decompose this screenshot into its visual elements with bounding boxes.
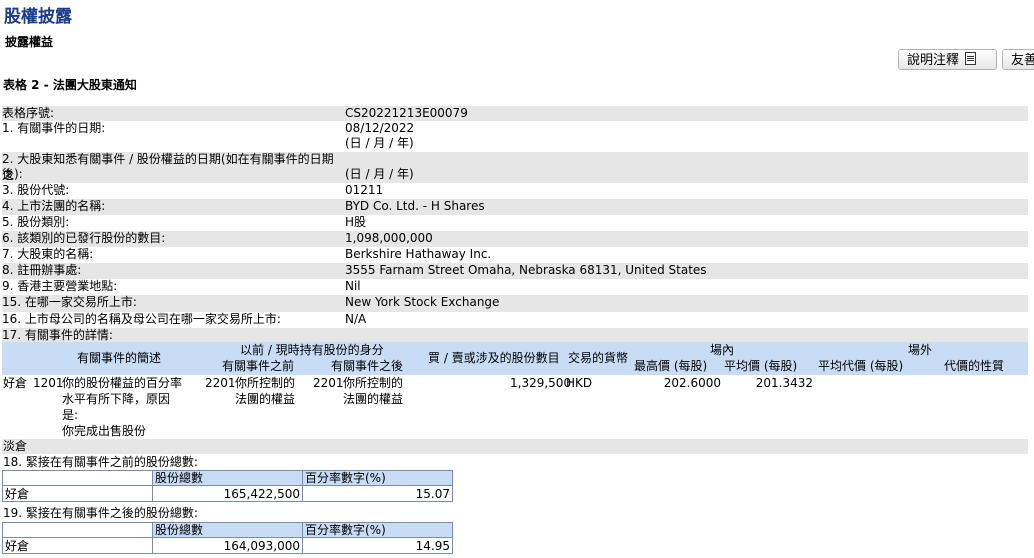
- after-code: 2201: [313, 376, 344, 390]
- field-label: 1. 有關事件的日期:: [2, 121, 106, 135]
- field-row-issued-shares: 6. 該類別的已發行股份的數目: 1,098,000,000: [2, 231, 1028, 247]
- event-code: 1201: [33, 376, 64, 390]
- col-header-percent: 百分率數字(%): [302, 470, 453, 486]
- form-title: 表格 2 - 法團大股東通知: [3, 78, 137, 92]
- after-capacity-line: 法團的權益: [343, 392, 404, 406]
- col-header-shares: 股份總數: [152, 470, 303, 486]
- friendly-print-button[interactable]: 友善: [1002, 49, 1034, 70]
- totals-after-table: 股份總數 百分率數字(%) 好倉 164,093,000 14.95: [2, 522, 453, 554]
- event-desc-line: 你的股份權益的百分率: [62, 376, 183, 390]
- field-value: CS20221213E00079: [345, 106, 468, 120]
- total-shares-value: 164,093,000: [152, 537, 303, 554]
- field-label: 16. 上市母公司的名稱及母公司在哪一家交易所上市:: [2, 312, 281, 326]
- totals-before-title: 18. 緊接在有關事件之前的股份總數:: [3, 455, 198, 469]
- field-value: H股: [345, 215, 367, 229]
- field-row-form-serial: 表格序號: CS20221213E00079: [2, 106, 1028, 121]
- header-after: 有關事件之後: [331, 359, 404, 373]
- header-currency: 交易的貨幣: [568, 351, 629, 365]
- totals-before-table: 股份總數 百分率數字(%) 好倉 165,422,500 15.07: [2, 470, 453, 502]
- form-fields: 表格序號: CS20221213E00079 1. 有關事件的日期: 08/12…: [2, 106, 1028, 344]
- field-value: Nil: [345, 279, 361, 293]
- field-row-registered-office: 8. 註冊辦事處: 3555 Farnam Street Omaha, Nebr…: [2, 263, 1028, 279]
- position-label: 好倉: [3, 376, 28, 390]
- header-avg-consideration: 平均代價 (每股): [818, 359, 904, 373]
- total-shares-value: 165,422,500: [152, 485, 303, 502]
- field-label: 表格序號:: [2, 106, 55, 120]
- field-row-shareholder-name: 7. 大股東的名稱: Berkshire Hathaway Inc.: [2, 247, 1028, 263]
- before-code: 2201: [205, 376, 236, 390]
- friendly-print-label: 友善: [1011, 53, 1034, 68]
- col-header-percent: 百分率數字(%): [302, 522, 453, 538]
- field-value: New York Stock Exchange: [345, 295, 500, 309]
- currency: HKD: [566, 376, 593, 390]
- header-event-desc: 有關事件的簡述: [77, 351, 162, 365]
- field-label: 7. 大股東的名稱:: [2, 247, 94, 261]
- empty-header-cell: [2, 470, 153, 486]
- field-label: 5. 股份類別:: [2, 215, 70, 229]
- field-value: 01211: [345, 183, 384, 197]
- detail-table-header: 有關事件的簡述 以前 / 現時持有股份的身分 有關事件之前 有關事件之後 買 /…: [2, 342, 1028, 375]
- after-capacity-line: 你所控制的: [343, 376, 404, 390]
- average-price: 201.3432: [755, 376, 813, 390]
- field-label: 4. 上市法團的名稱:: [2, 199, 106, 213]
- page-title: 股權披露: [4, 7, 72, 27]
- empty-header-cell: [2, 522, 153, 538]
- field-row-aware-date: 2. 大股東知悉有關事件 / 股份權益的日期(如在有關事件的日期之 後): (日…: [2, 152, 1028, 183]
- field-row-event-date: 1. 有關事件的日期: 08/12/2022 (日 / 月 / 年): [2, 121, 1028, 152]
- field-note: (日 / 月 / 年): [345, 167, 414, 181]
- field-note: (日 / 月 / 年): [345, 136, 414, 150]
- field-row-exchange: 15. 在哪一家交易所上市: New York Stock Exchange: [2, 295, 1028, 312]
- highest-price: 202.6000: [663, 376, 721, 390]
- percent-value: 15.07: [302, 485, 453, 502]
- header-before: 有關事件之前: [222, 359, 295, 373]
- before-capacity-line: 法團的權益: [235, 392, 296, 406]
- percent-value: 14.95: [302, 537, 453, 554]
- field-label: 6. 該類別的已發行股份的數目:: [2, 231, 166, 245]
- field-value: 1,098,000,000: [345, 231, 433, 245]
- row-label-long: 好倉: [2, 537, 153, 554]
- header-shares-involved: 買 / 賣或涉及的股份數目: [428, 351, 560, 365]
- document-icon: [965, 52, 977, 65]
- field-row-hk-place: 9. 香港主要營業地點: Nil: [2, 279, 1028, 295]
- short-position-row: 淡倉: [2, 439, 1028, 454]
- field-label-cont: 後):: [2, 167, 23, 181]
- event-desc-line: 水平有所下降，原因: [62, 392, 171, 406]
- field-label: 8. 註冊辦事處:: [2, 263, 82, 277]
- before-capacity-line: 你所控制的: [235, 376, 296, 390]
- field-value: 08/12/2022: [345, 121, 415, 135]
- header-highest-price: 最高價 (每股): [634, 359, 708, 373]
- header-consideration-nature: 代價的性質: [944, 359, 1005, 373]
- totals-after-title: 19. 緊接在有關事件之後的股份總數:: [3, 506, 198, 520]
- explanatory-notes-button[interactable]: 說明注釋: [898, 49, 997, 70]
- field-label: 9. 香港主要營業地點:: [2, 279, 118, 293]
- explanatory-notes-label: 說明注釋: [907, 53, 960, 68]
- col-header-shares: 股份總數: [152, 522, 303, 538]
- header-on-exchange: 場內: [710, 343, 735, 357]
- field-label: 3. 股份代號:: [2, 183, 70, 197]
- section-title: 披露權益: [5, 35, 54, 49]
- short-position-label: 淡倉: [3, 439, 28, 453]
- event-desc-line: 是:: [62, 408, 79, 422]
- field-value: BYD Co. Ltd. - H Shares: [345, 199, 485, 213]
- header-capacity: 以前 / 現時持有股份的身分: [240, 343, 384, 357]
- field-value: N/A: [345, 312, 367, 326]
- field-label: 15. 在哪一家交易所上市:: [2, 295, 137, 309]
- header-off-exchange: 場外: [908, 343, 933, 357]
- row-label-long: 好倉: [2, 485, 153, 502]
- field-row-stock-code: 3. 股份代號: 01211: [2, 183, 1028, 199]
- event-desc-line: 你完成出售股份: [62, 424, 147, 438]
- field-value: Berkshire Hathaway Inc.: [345, 247, 492, 261]
- header-average-price: 平均價 (每股): [724, 359, 798, 373]
- field-value: 3555 Farnam Street Omaha, Nebraska 68131…: [345, 263, 707, 277]
- field-row-issuer-name: 4. 上市法團的名稱: BYD Co. Ltd. - H Shares: [2, 199, 1028, 215]
- field-row-parent-company: 16. 上市母公司的名稱及母公司在哪一家交易所上市: N/A: [2, 312, 1028, 328]
- shares-involved: 1,329,500: [510, 376, 572, 390]
- field-row-share-class: 5. 股份類別: H股: [2, 215, 1028, 231]
